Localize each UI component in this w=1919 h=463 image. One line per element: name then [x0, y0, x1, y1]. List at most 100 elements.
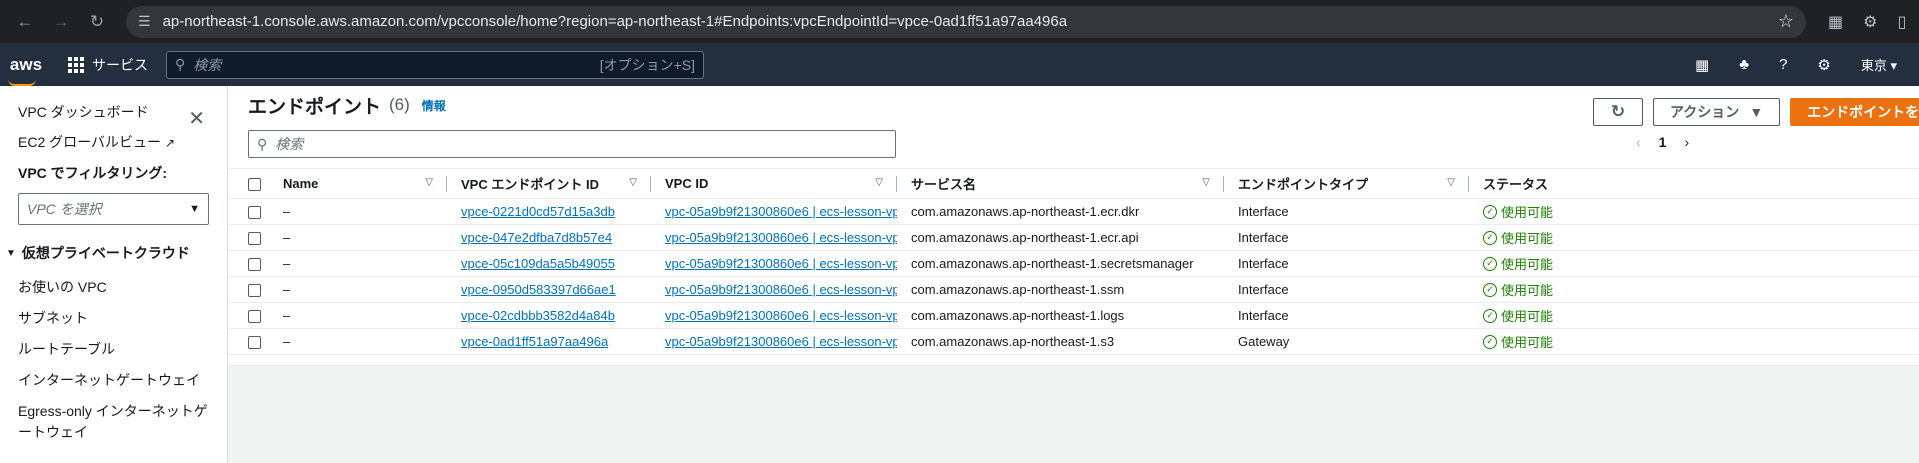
cell-service-name: com.amazonaws.ap-northeast-1.ssm: [911, 282, 1125, 297]
sidebar-item-ec2-global[interactable]: EC2 グローバルビュー ↗: [0, 132, 227, 153]
cell-endpoint-type: Gateway: [1238, 334, 1290, 349]
column-header-service-name[interactable]: サービス名: [911, 177, 976, 192]
column-header-name[interactable]: Name: [283, 176, 318, 191]
cell-service-name: com.amazonaws.ap-northeast-1.ecr.api: [911, 230, 1139, 245]
sort-icon[interactable]: ▽: [629, 177, 637, 188]
reload-icon[interactable]: ↻: [84, 9, 110, 35]
cell-vpc-id-link[interactable]: vpc-05a9b9f21300860e6 | ecs-lesson-vpc: [651, 277, 897, 303]
sort-icon[interactable]: ▽: [1447, 177, 1455, 188]
cell-endpoint-type: Interface: [1238, 282, 1289, 297]
site-settings-icon[interactable]: ☰: [138, 13, 151, 30]
vpc-filter-select[interactable]: VPC を選択 ▼: [18, 193, 209, 225]
back-arrow-icon[interactable]: ←: [12, 9, 38, 35]
cell-endpoint-id-link[interactable]: vpce-047e2dfba7d8b57e4: [447, 225, 651, 251]
global-search-input[interactable]: ⚲ 検索 [オプション+S]: [166, 50, 704, 79]
close-icon[interactable]: ✕: [188, 106, 205, 131]
cell-vpc-id-link[interactable]: vpc-05a9b9f21300860e6 | ecs-lesson-vpc: [651, 225, 897, 251]
cell-endpoint-type: Interface: [1238, 308, 1289, 323]
info-link[interactable]: 情報: [422, 97, 446, 114]
cell-endpoint-id-link[interactable]: vpce-05c109da5a5b49055: [447, 251, 651, 277]
table-row[interactable]: – vpce-02cdbbb3582d4a84b vpc-05a9b9f2130…: [228, 303, 1919, 329]
status-text: 使用可能: [1501, 231, 1554, 246]
extensions-icon[interactable]: ⚙: [1863, 12, 1877, 32]
prev-page-icon[interactable]: ‹: [1636, 134, 1641, 150]
cell-vpc-id-link[interactable]: vpc-05a9b9f21300860e6 | ecs-lesson-vpc: [651, 329, 897, 355]
cell-endpoint-id-link[interactable]: vpce-0ad1ff51a97aa496a: [447, 329, 651, 355]
sort-icon[interactable]: ▽: [1202, 177, 1210, 188]
services-grid-icon: [68, 56, 84, 73]
cell-service-name: com.amazonaws.ap-northeast-1.logs: [911, 308, 1125, 323]
column-header-endpoint-id[interactable]: VPC エンドポイント ID: [461, 177, 599, 192]
table-row[interactable]: – vpce-0950d583397d66ae1 vpc-05a9b9f2130…: [228, 277, 1919, 303]
cell-endpoint-type: Interface: [1238, 256, 1289, 271]
column-header-status[interactable]: ステータス: [1483, 177, 1548, 192]
vpc-filter-placeholder: VPC を選択: [27, 201, 102, 217]
search-icon: ⚲: [257, 135, 268, 152]
aws-logo[interactable]: aws: [0, 54, 52, 86]
sidebar-item-internet-gateways[interactable]: インターネットゲートウェイ: [0, 370, 227, 391]
main-content: エンドポイント (6) 情報 ↻ アクション ▼ エンドポイントを ⚲ 検索 ‹…: [228, 86, 1919, 463]
select-all-checkbox[interactable]: [248, 178, 261, 192]
next-page-icon[interactable]: ›: [1684, 134, 1689, 150]
cell-vpc-id-link[interactable]: vpc-05a9b9f21300860e6 | ecs-lesson-vpc: [651, 303, 897, 329]
cell-status: ✓ 使用可能: [1469, 251, 1919, 277]
row-checkbox[interactable]: [248, 310, 261, 324]
refresh-button[interactable]: ↻: [1593, 98, 1643, 126]
check-circle-icon: ✓: [1483, 256, 1497, 271]
cell-endpoint-id-link[interactable]: vpce-0950d583397d66ae1: [447, 277, 651, 303]
aws-logo-text: aws: [9, 54, 43, 74]
actions-dropdown-button[interactable]: アクション ▼: [1653, 98, 1781, 126]
cell-status: ✓ 使用可能: [1469, 199, 1919, 225]
settings-gear-icon[interactable]: ⚙: [1817, 56, 1830, 74]
create-endpoint-button[interactable]: エンドポイントを: [1790, 98, 1919, 126]
table-search-input[interactable]: ⚲ 検索: [248, 130, 896, 158]
cell-vpc-id-link[interactable]: vpc-05a9b9f21300860e6 | ecs-lesson-vpc: [651, 251, 897, 277]
sidebar-section-vpc[interactable]: ▼ 仮想プライベートクラウド: [0, 243, 227, 263]
address-bar[interactable]: ☰ ap-northeast-1.console.aws.amazon.com/…: [126, 5, 1806, 38]
row-checkbox[interactable]: [248, 232, 261, 246]
cell-endpoint-id-link[interactable]: vpce-02cdbbb3582d4a84b: [447, 303, 651, 329]
services-menu[interactable]: サービス: [68, 55, 148, 75]
help-icon[interactable]: ?: [1779, 56, 1787, 73]
sidebar-item-your-vpcs[interactable]: お使いの VPC: [0, 277, 227, 298]
aws-logo-smile: [8, 79, 36, 86]
forward-arrow-icon[interactable]: →: [48, 9, 74, 35]
cloudshell-icon[interactable]: ▦: [1695, 56, 1709, 74]
ec2-global-label: EC2 グローバルビュー: [18, 134, 161, 150]
endpoints-panel: エンドポイント (6) 情報 ↻ アクション ▼ エンドポイントを ⚲ 検索 ‹…: [228, 86, 1919, 366]
sidebar-item-egress-only-gateways[interactable]: Egress-only インターネットゲートウェイ: [0, 401, 227, 443]
vpc-filter-label: VPC でフィルタリング:: [18, 165, 168, 181]
notifications-bell-icon[interactable]: ♣: [1739, 56, 1749, 73]
cell-endpoint-type: Interface: [1238, 230, 1289, 245]
sort-icon[interactable]: ▽: [875, 177, 883, 188]
url-text[interactable]: ap-northeast-1.console.aws.amazon.com/vp…: [163, 13, 1778, 30]
status-text: 使用可能: [1501, 205, 1554, 220]
side-panel-icon[interactable]: ▯: [1897, 12, 1906, 32]
services-label: サービス: [92, 56, 148, 73]
row-checkbox[interactable]: [248, 284, 261, 298]
row-checkbox[interactable]: [248, 258, 261, 272]
table-row[interactable]: – vpce-0221d0cd57d15a3db vpc-05a9b9f2130…: [228, 199, 1919, 225]
sidebar-item-subnets[interactable]: サブネット: [0, 308, 227, 329]
row-checkbox[interactable]: [248, 336, 261, 350]
table-row[interactable]: – vpce-047e2dfba7d8b57e4 vpc-05a9b9f2130…: [228, 225, 1919, 251]
pagination: ‹ 1 ›: [1636, 134, 1689, 150]
cell-endpoint-id-link[interactable]: vpce-0221d0cd57d15a3db: [447, 199, 651, 225]
tab-search-icon[interactable]: ▦: [1828, 12, 1843, 32]
row-checkbox[interactable]: [248, 206, 261, 220]
status-text: 使用可能: [1501, 309, 1554, 324]
sort-icon[interactable]: ▽: [425, 177, 433, 188]
column-header-endpoint-type[interactable]: エンドポイントタイプ: [1238, 177, 1368, 192]
table-row[interactable]: – vpce-05c109da5a5b49055 vpc-05a9b9f2130…: [228, 251, 1919, 277]
status-text: 使用可能: [1501, 283, 1554, 298]
cell-vpc-id-link[interactable]: vpc-05a9b9f21300860e6 | ecs-lesson-vpc: [651, 199, 897, 225]
table-row[interactable]: – vpce-0ad1ff51a97aa496a vpc-05a9b9f2130…: [228, 329, 1919, 355]
expand-triangle-icon: ▼: [6, 247, 16, 259]
region-selector[interactable]: 東京 ▾: [1861, 55, 1897, 74]
bookmark-star-icon[interactable]: ☆: [1778, 11, 1794, 32]
current-page[interactable]: 1: [1659, 134, 1667, 150]
sidebar-item-route-tables[interactable]: ルートテーブル: [0, 339, 227, 360]
check-circle-icon: ✓: [1483, 282, 1497, 297]
column-header-vpc-id[interactable]: VPC ID: [665, 176, 708, 191]
external-link-icon: ↗: [164, 136, 176, 150]
